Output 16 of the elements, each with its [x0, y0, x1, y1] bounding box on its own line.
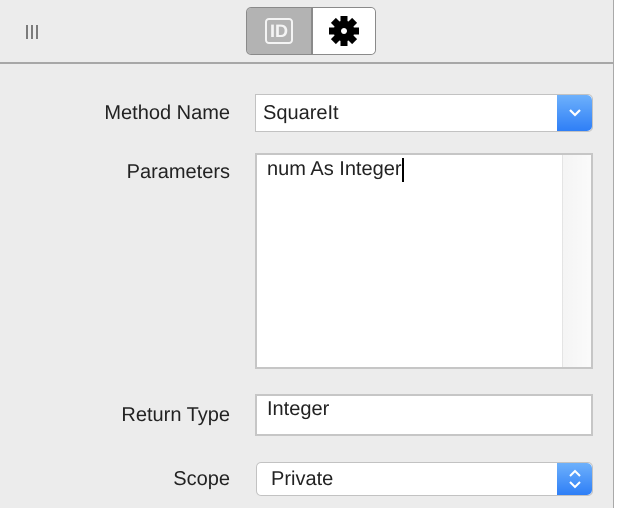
field-label: Method Name [103, 102, 230, 124]
field-label: Return Type [120, 404, 230, 426]
dropdown-button[interactable] [557, 95, 592, 131]
scroll-track[interactable] [562, 155, 591, 367]
field-label: Parameters [126, 161, 230, 184]
parameters-text-area[interactable]: num As Integer [255, 153, 593, 369]
return-type-field[interactable]: Integer [255, 394, 593, 436]
method-combo-box[interactable]: SquareIt [255, 94, 593, 132]
grip-icon[interactable] [25, 24, 41, 40]
chevron-down-icon [568, 108, 582, 118]
parameters-text: num As Integer [267, 158, 402, 181]
scope-popup-button[interactable]: Private [256, 462, 593, 496]
up-down-arrows-icon [568, 468, 582, 490]
field-label: Scope [172, 468, 230, 490]
settings-tab[interactable] [311, 8, 375, 54]
stepper-arrows[interactable] [557, 463, 592, 495]
